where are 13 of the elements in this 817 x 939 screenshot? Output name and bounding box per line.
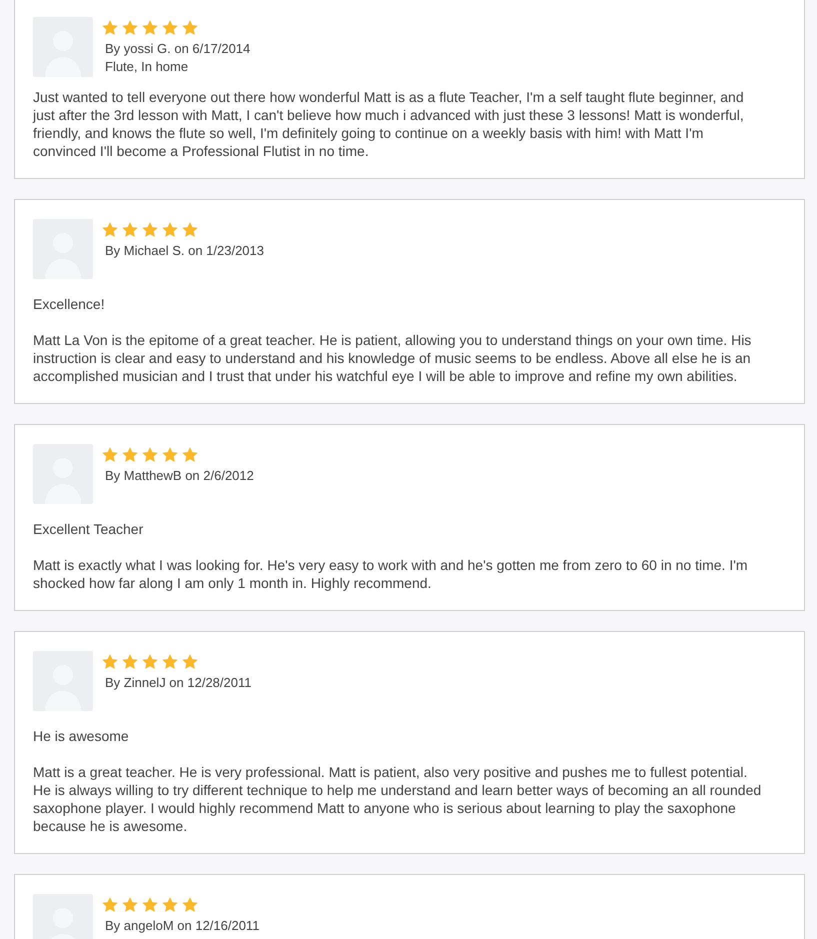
- review-detail: Flute, In home: [104, 58, 190, 76]
- review-byline: By yossi G. on 6/17/2014: [104, 40, 250, 58]
- review-title: He is awesome: [33, 727, 130, 745]
- review-text: Matt is exactly what I was looking for. He's very easy to work with and he's gotten me from zero to 60 in no time. I'm shocked how far along I am only 1 month in. Highly recommend.: [33, 556, 749, 592]
- review-text: Just wanted to tell everyone out there how wonderful Matt is as a flute Teacher, I'm a self taught flute beginner, and just after the 3rd lesson with Matt, I can't believe how much i advanced with just these 3 lessons! Matt is wonderful, friendly, and knows the flute so well, I'm definitely going to continue on a weekly basis with him! with Matt I'm convinced I'll become a Professional Flutist in no time.: [33, 88, 745, 160]
- review-byline: By ZinnelJ on 12/28/2011: [104, 674, 252, 692]
- review-text: Matt is a great teacher. He is very professional. Matt is patient, also very positive and pushes me to fullest potential. He is always willing to try different technique to help me understand and learn better ways of becoming an all rounded saxophone player. I would highly recommend Matt to anyone who is serious about learning to play the saxophone because he is awesome.: [33, 763, 762, 835]
- review-byline: By Michael S. on 1/23/2013: [104, 242, 264, 260]
- review-byline: By MatthewB on 2/6/2012: [104, 467, 254, 485]
- review-byline: By angeloM on 12/16/2011: [104, 917, 260, 935]
- review-title: Excellence!: [33, 295, 106, 313]
- review-title: Excellent Teacher: [33, 520, 144, 538]
- review-text: Matt La Von is the epitome of a great teacher. He is patient, allowing you to understand things on your own time. His instruction is clear and easy to understand and his knowledge of music seems to be endless. Above all else he is an accomplished musician and I trust that under his watchful eye I will be able to improve and refine my own abilities.: [33, 331, 752, 385]
